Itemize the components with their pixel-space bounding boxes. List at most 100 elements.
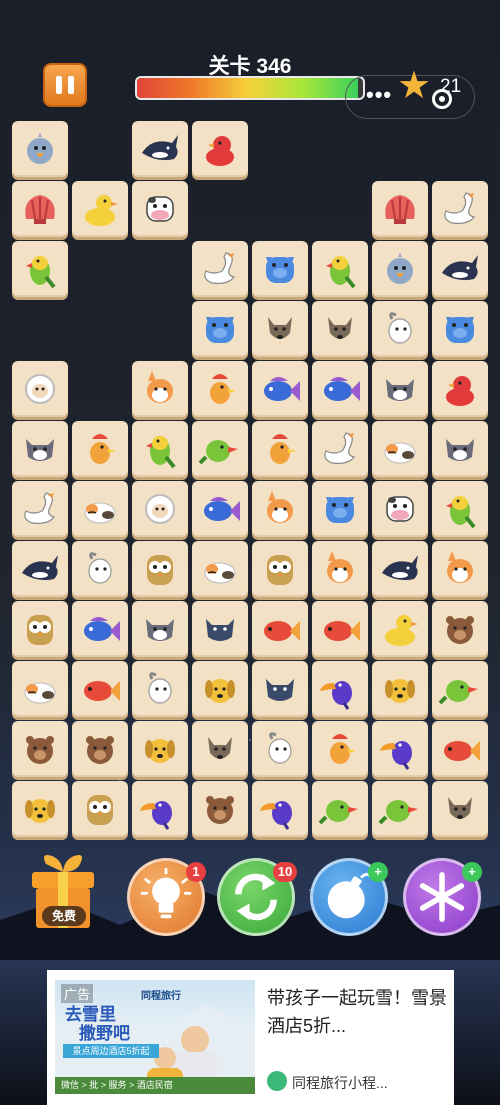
cow-icon: [146, 196, 174, 222]
tile-owl[interactable]: [132, 541, 188, 597]
tile-fish-blue[interactable]: [192, 481, 248, 537]
tile-calico[interactable]: [72, 481, 128, 537]
tile-toucan[interactable]: [132, 781, 188, 837]
target-icon[interactable]: [432, 89, 452, 109]
tile-goat[interactable]: [252, 721, 308, 777]
tile-toucan[interactable]: [312, 661, 368, 717]
swan-icon: [204, 252, 236, 284]
tile-corgi[interactable]: [132, 361, 188, 417]
tile-chick-blue[interactable]: [12, 121, 68, 177]
tile-sheep[interactable]: [132, 481, 188, 537]
tile-owl[interactable]: [12, 601, 68, 657]
tile-bear[interactable]: [72, 721, 128, 777]
tile-shell[interactable]: [372, 181, 428, 237]
tile-cat[interactable]: [372, 361, 428, 417]
tile-goat[interactable]: [72, 541, 128, 597]
duck-yellow-icon: [385, 615, 418, 646]
tile-shell[interactable]: [12, 181, 68, 237]
tile-owl[interactable]: [72, 781, 128, 837]
tile-corgi[interactable]: [312, 541, 368, 597]
tile-parrot[interactable]: [12, 241, 68, 297]
pause-button[interactable]: [43, 63, 87, 107]
tile-duck-red[interactable]: [192, 121, 248, 177]
tile-rooster[interactable]: [312, 721, 368, 777]
dog-gray-icon: [208, 737, 232, 759]
tile-fish-red[interactable]: [72, 661, 128, 717]
tile-chick-blue[interactable]: [372, 241, 428, 297]
tile-dog-gray[interactable]: [252, 301, 308, 357]
ad-title[interactable]: 带孩子一起玩雪！雪景酒店5折...: [267, 984, 447, 1040]
tile-fish-blue[interactable]: [252, 361, 308, 417]
tile-parrot[interactable]: [432, 481, 488, 537]
tile-cow[interactable]: [372, 481, 428, 537]
tile-bear[interactable]: [192, 781, 248, 837]
tile-duck-yellow[interactable]: [372, 601, 428, 657]
tile-cow[interactable]: [132, 181, 188, 237]
tile-dog-yellow[interactable]: [132, 721, 188, 777]
tile-calico[interactable]: [12, 661, 68, 717]
tile-owl[interactable]: [252, 541, 308, 597]
tile-pig[interactable]: [252, 241, 308, 297]
tile-swan[interactable]: [312, 421, 368, 477]
tile-fish-red[interactable]: [432, 721, 488, 777]
ad-slogan-line2: 撒野吧: [79, 1024, 130, 1043]
tile-swan[interactable]: [192, 241, 248, 297]
ad-source[interactable]: 同程旅行小程...: [292, 1073, 388, 1093]
tile-swan[interactable]: [12, 481, 68, 537]
tile-cat[interactable]: [432, 421, 488, 477]
tile-rooster[interactable]: [192, 361, 248, 417]
tile-goat[interactable]: [372, 301, 428, 357]
tile-pig[interactable]: [192, 301, 248, 357]
tile-fish-blue[interactable]: [312, 361, 368, 417]
tile-bird-green[interactable]: [372, 781, 428, 837]
duck-red-icon: [446, 376, 474, 406]
cat-icon: [446, 439, 474, 461]
tile-dog-yellow[interactable]: [372, 661, 428, 717]
tile-fish-blue[interactable]: [72, 601, 128, 657]
tile-dog-gray[interactable]: [312, 301, 368, 357]
tile-dog-yellow[interactable]: [192, 661, 248, 717]
tile-duck-red[interactable]: [432, 361, 488, 417]
tile-rooster[interactable]: [252, 421, 308, 477]
tile-bear[interactable]: [12, 721, 68, 777]
tile-cat[interactable]: [132, 601, 188, 657]
tile-cat-dark[interactable]: [252, 661, 308, 717]
ad-banner[interactable]: 广告 同程旅行 去雪里 撒野吧 景点周边酒店5折起 微信 > 批 > 服务 > …: [47, 970, 454, 1105]
tile-corgi[interactable]: [432, 541, 488, 597]
tile-bird-green[interactable]: [432, 661, 488, 717]
tile-dog-gray[interactable]: [192, 721, 248, 777]
tile-orca[interactable]: [12, 541, 68, 597]
tile-bird-green[interactable]: [192, 421, 248, 477]
ad-image[interactable]: 广告 同程旅行 去雪里 撒野吧 景点周边酒店5折起 微信 > 批 > 服务 > …: [55, 980, 255, 1094]
tile-dog-gray[interactable]: [432, 781, 488, 837]
tile-calico[interactable]: [192, 541, 248, 597]
tile-bird-green[interactable]: [312, 781, 368, 837]
tile-parrot[interactable]: [312, 241, 368, 297]
bomb-add-badge[interactable]: +: [368, 862, 388, 882]
tile-toucan[interactable]: [252, 781, 308, 837]
menu-dots[interactable]: •••: [366, 82, 392, 108]
tile-cat[interactable]: [12, 421, 68, 477]
tile-fish-red[interactable]: [252, 601, 308, 657]
tile-pig[interactable]: [432, 301, 488, 357]
ad-slogan-line1: 去雪里: [65, 1005, 116, 1024]
tile-orca[interactable]: [432, 241, 488, 297]
tile-goat[interactable]: [132, 661, 188, 717]
tile-rooster[interactable]: [72, 421, 128, 477]
tile-toucan[interactable]: [372, 721, 428, 777]
tile-parrot[interactable]: [132, 421, 188, 477]
tile-swan[interactable]: [432, 181, 488, 237]
tile-orca[interactable]: [132, 121, 188, 177]
tile-pig[interactable]: [312, 481, 368, 537]
tile-orca[interactable]: [372, 541, 428, 597]
tile-fish-red[interactable]: [312, 601, 368, 657]
tile-corgi[interactable]: [252, 481, 308, 537]
tile-sheep[interactable]: [12, 361, 68, 417]
tile-duck-yellow[interactable]: [72, 181, 128, 237]
freeze-add-badge[interactable]: +: [462, 862, 482, 882]
cat-icon: [386, 379, 414, 401]
tile-bear[interactable]: [432, 601, 488, 657]
tile-cat-dark[interactable]: [192, 601, 248, 657]
tile-dog-yellow[interactable]: [12, 781, 68, 837]
tile-calico[interactable]: [372, 421, 428, 477]
